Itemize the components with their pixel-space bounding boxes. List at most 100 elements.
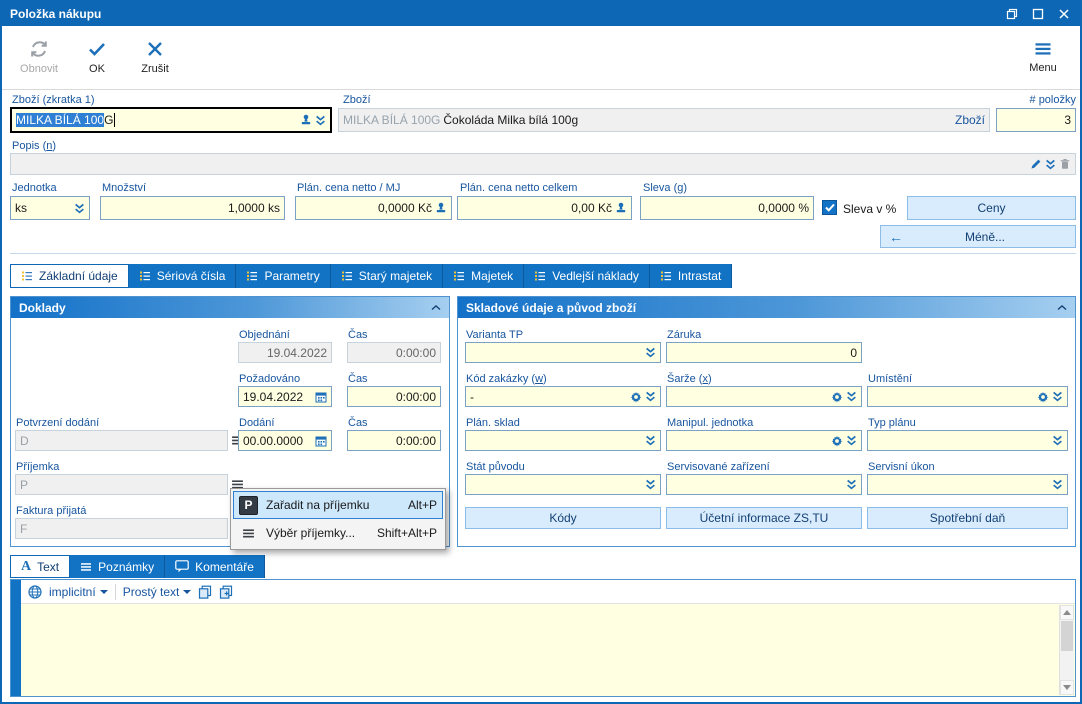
dropdown-icon[interactable] <box>846 435 857 446</box>
collapse-stock-icon[interactable] <box>1057 304 1067 311</box>
codes-button[interactable]: Kódy <box>465 507 661 529</box>
requested-date-value: 19.04.2022 <box>243 389 304 404</box>
ok-button[interactable]: OK <box>68 31 126 83</box>
edit-pencil-icon[interactable] <box>1030 158 1042 170</box>
dropdown-icon[interactable] <box>645 391 656 402</box>
goods-link[interactable]: Zboží <box>955 113 985 127</box>
warranty-field[interactable]: 0 <box>666 342 862 363</box>
sku-input[interactable]: MILKA BÍLÁ 100G <box>10 107 332 133</box>
tab-seriova-cisla[interactable]: Sériová čísla <box>128 264 237 288</box>
plan-warehouse-select[interactable] <box>465 430 661 451</box>
batch-label: Šarže (x) <box>667 373 712 385</box>
tab-text[interactable]: A Text <box>10 555 71 578</box>
main-toolbar: Obnovit OK Zrušit Menu <box>2 26 1080 90</box>
discount-percent-label: Sleva v % <box>843 202 897 216</box>
tab-poznamky[interactable]: Poznámky <box>70 555 166 578</box>
stamp-icon[interactable] <box>435 202 447 214</box>
batch-field[interactable] <box>666 386 862 407</box>
context-menu-item-select-receipt[interactable]: Výběr příjemky... Shift+Alt+P <box>233 519 443 547</box>
trash-icon[interactable] <box>1059 158 1071 170</box>
stamp-icon[interactable] <box>300 114 312 126</box>
gear-icon[interactable] <box>630 391 642 403</box>
order-date-field[interactable]: 19.04.2022 <box>238 342 332 363</box>
discount-field[interactable]: 0,0000 % <box>640 196 814 220</box>
cancel-button[interactable]: Zrušit <box>126 31 184 83</box>
main-tabs: Základní údaje Sériová čísla Parametry S… <box>10 264 733 288</box>
dropdown-icon[interactable] <box>1045 159 1056 170</box>
dropdown-icon[interactable] <box>1052 479 1063 490</box>
delivery-date-field[interactable]: 00.00.0000 <box>238 430 332 451</box>
context-menu-item-assign-receipt[interactable]: P Zařadit na příjemku Alt+P <box>233 491 443 519</box>
variant-select[interactable] <box>465 342 661 363</box>
dropdown-icon[interactable] <box>1052 391 1063 402</box>
serviced-device-label: Servisované zařízení <box>667 461 770 473</box>
tab-parametry[interactable]: Parametry <box>236 264 331 288</box>
quantity-field[interactable]: 1,0000 ks <box>100 196 285 220</box>
tab-zakladni-udaje[interactable]: Základní údaje <box>10 264 129 288</box>
tab-intrastat[interactable]: Intrastat <box>649 264 733 288</box>
collapse-documents-icon[interactable] <box>431 304 441 311</box>
back-arrow-icon: ← <box>889 228 903 245</box>
close-window-button[interactable] <box>1054 5 1074 23</box>
gear-icon[interactable] <box>1037 391 1049 403</box>
list-icon <box>660 270 672 282</box>
delivery-time-field[interactable]: 0:00:00 <box>347 430 441 451</box>
editor-scrollbar[interactable] <box>1059 605 1074 695</box>
stamp-icon[interactable] <box>615 202 627 214</box>
scroll-down-button[interactable] <box>1060 680 1074 695</box>
dropdown-icon[interactable] <box>846 391 857 402</box>
accounting-info-button[interactable]: Účetní informace ZS,TU <box>666 507 862 529</box>
handling-unit-field[interactable] <box>666 430 862 451</box>
order-code-field[interactable]: - <box>465 386 661 407</box>
requested-time-field[interactable]: 0:00:00 <box>347 386 441 407</box>
prices-button[interactable]: Ceny <box>907 196 1076 220</box>
tab-majetek[interactable]: Majetek <box>443 264 525 288</box>
delivery-confirmation-label: Potvrzení dodání <box>16 417 100 429</box>
dropdown-icon[interactable] <box>315 115 326 126</box>
tab-komentare[interactable]: Komentáře <box>165 555 265 578</box>
description-field[interactable] <box>10 153 1076 175</box>
dropdown-icon[interactable] <box>1052 435 1063 446</box>
unit-select[interactable]: ks <box>10 196 90 220</box>
calendar-icon[interactable] <box>315 391 327 403</box>
price-unit-field[interactable]: 0,0000 Kč <box>295 196 452 220</box>
gear-icon[interactable] <box>831 391 843 403</box>
scroll-thumb[interactable] <box>1061 621 1073 651</box>
receipt-field[interactable]: P <box>15 474 228 495</box>
list-icon <box>341 270 353 282</box>
dropdown-icon[interactable] <box>645 347 656 358</box>
copy-plus-icon[interactable] <box>219 585 233 599</box>
location-field[interactable] <box>867 386 1068 407</box>
copy-icon[interactable] <box>198 585 212 599</box>
calendar-icon[interactable] <box>315 435 327 447</box>
editor-textarea[interactable] <box>21 604 1075 696</box>
refresh-button[interactable]: Obnovit <box>10 31 68 83</box>
price-total-field[interactable]: 0,00 Kč <box>457 196 632 220</box>
item-count-field[interactable]: 3 <box>996 108 1076 132</box>
maximize-window-button[interactable] <box>1028 5 1048 23</box>
dropdown-icon[interactable] <box>645 435 656 446</box>
discount-percent-checkbox[interactable] <box>822 200 837 215</box>
tab-stary-majetek[interactable]: Starý majetek <box>330 264 444 288</box>
dropdown-icon[interactable] <box>846 479 857 490</box>
format-select[interactable]: Prostý text <box>123 585 192 599</box>
language-select[interactable]: implicitní <box>49 585 108 599</box>
scroll-up-button[interactable] <box>1060 605 1074 620</box>
requested-date-field[interactable]: 19.04.2022 <box>238 386 332 407</box>
plan-type-select[interactable] <box>867 430 1068 451</box>
less-button[interactable]: ← Méně... <box>880 225 1076 248</box>
origin-country-select[interactable] <box>465 474 661 495</box>
delivery-confirmation-field[interactable]: D <box>15 430 228 451</box>
received-invoice-field[interactable]: F <box>15 518 228 539</box>
gear-icon[interactable] <box>831 435 843 447</box>
restore-window-button[interactable] <box>1002 5 1022 23</box>
tab-vedlejsi-naklady[interactable]: Vedlejší náklady <box>524 264 650 288</box>
serviced-device-select[interactable] <box>666 474 862 495</box>
order-time-field[interactable]: 0:00:00 <box>347 342 441 363</box>
dropdown-icon[interactable] <box>74 203 85 214</box>
delivery-date-value: 00.00.0000 <box>243 433 304 448</box>
excise-tax-button[interactable]: Spotřební daň <box>867 507 1068 529</box>
dropdown-icon[interactable] <box>645 479 656 490</box>
service-task-select[interactable] <box>867 474 1068 495</box>
menu-button[interactable]: Menu <box>1014 31 1072 83</box>
